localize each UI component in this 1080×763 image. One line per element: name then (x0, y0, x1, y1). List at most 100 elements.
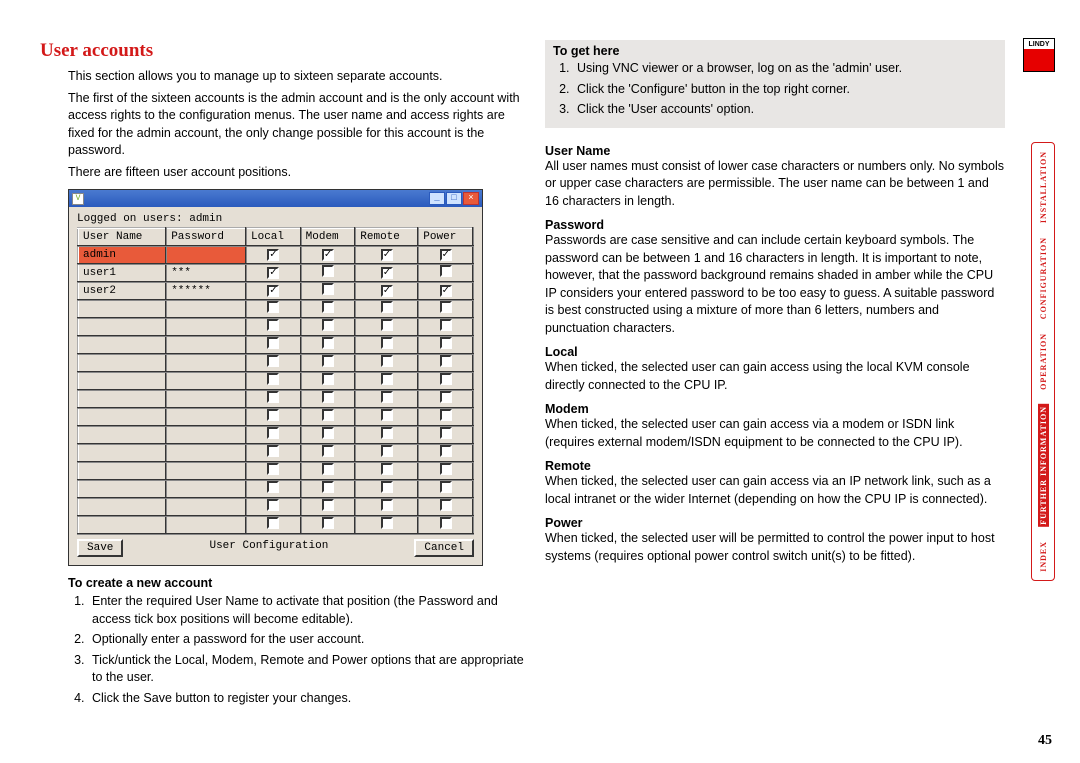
power-checkbox-cell[interactable]: ✓ (418, 282, 473, 300)
checkbox-icon[interactable] (440, 517, 452, 529)
password-cell[interactable] (166, 462, 246, 480)
checkbox-icon[interactable] (440, 409, 452, 421)
sidebar-item[interactable]: FURTHER INFORMATION (1038, 404, 1049, 527)
checkbox-icon[interactable] (322, 283, 334, 295)
power-checkbox-cell[interactable] (418, 300, 473, 318)
username-cell[interactable] (78, 336, 166, 354)
remote-checkbox-cell[interactable]: ✓ (355, 282, 418, 300)
power-checkbox-cell[interactable] (418, 390, 473, 408)
remote-checkbox-cell[interactable] (355, 408, 418, 426)
username-cell[interactable] (78, 300, 166, 318)
password-cell[interactable] (166, 354, 246, 372)
checkbox-icon[interactable] (381, 337, 393, 349)
checkbox-icon[interactable] (322, 391, 334, 403)
power-checkbox-cell[interactable]: ✓ (418, 246, 473, 264)
password-cell[interactable] (166, 318, 246, 336)
power-checkbox-cell[interactable] (418, 336, 473, 354)
power-checkbox-cell[interactable] (418, 444, 473, 462)
power-checkbox-cell[interactable] (418, 498, 473, 516)
username-cell[interactable] (78, 462, 166, 480)
modem-checkbox-cell[interactable] (301, 372, 356, 390)
checkbox-icon[interactable] (381, 355, 393, 367)
password-cell[interactable] (166, 444, 246, 462)
power-checkbox-cell[interactable] (418, 264, 473, 282)
checkbox-icon[interactable]: ✓ (381, 249, 393, 261)
modem-checkbox-cell[interactable] (301, 318, 356, 336)
remote-checkbox-cell[interactable] (355, 516, 418, 534)
modem-checkbox-cell[interactable]: ✓ (301, 246, 356, 264)
modem-checkbox-cell[interactable] (301, 480, 356, 498)
remote-checkbox-cell[interactable] (355, 426, 418, 444)
checkbox-icon[interactable] (267, 499, 279, 511)
remote-checkbox-cell[interactable] (355, 354, 418, 372)
checkbox-icon[interactable] (322, 265, 334, 277)
local-checkbox-cell[interactable] (246, 444, 301, 462)
checkbox-icon[interactable] (440, 499, 452, 511)
checkbox-icon[interactable] (381, 391, 393, 403)
local-checkbox-cell[interactable] (246, 516, 301, 534)
checkbox-icon[interactable] (381, 499, 393, 511)
modem-checkbox-cell[interactable] (301, 426, 356, 444)
remote-checkbox-cell[interactable] (355, 390, 418, 408)
password-cell[interactable] (166, 408, 246, 426)
checkbox-icon[interactable] (267, 409, 279, 421)
local-checkbox-cell[interactable] (246, 480, 301, 498)
checkbox-icon[interactable] (381, 517, 393, 529)
local-checkbox-cell[interactable] (246, 390, 301, 408)
remote-checkbox-cell[interactable]: ✓ (355, 264, 418, 282)
checkbox-icon[interactable] (440, 391, 452, 403)
checkbox-icon[interactable] (322, 301, 334, 313)
checkbox-icon[interactable]: ✓ (440, 249, 452, 261)
remote-checkbox-cell[interactable] (355, 300, 418, 318)
remote-checkbox-cell[interactable] (355, 318, 418, 336)
power-checkbox-cell[interactable] (418, 462, 473, 480)
modem-checkbox-cell[interactable] (301, 498, 356, 516)
password-cell[interactable] (166, 336, 246, 354)
remote-checkbox-cell[interactable]: ✓ (355, 246, 418, 264)
checkbox-icon[interactable] (381, 409, 393, 421)
power-checkbox-cell[interactable] (418, 426, 473, 444)
username-cell[interactable] (78, 390, 166, 408)
username-cell[interactable] (78, 408, 166, 426)
checkbox-icon[interactable] (440, 463, 452, 475)
local-checkbox-cell[interactable] (246, 336, 301, 354)
modem-checkbox-cell[interactable] (301, 516, 356, 534)
checkbox-icon[interactable] (381, 463, 393, 475)
checkbox-icon[interactable] (267, 301, 279, 313)
power-checkbox-cell[interactable] (418, 480, 473, 498)
checkbox-icon[interactable] (381, 427, 393, 439)
checkbox-icon[interactable] (440, 373, 452, 385)
checkbox-icon[interactable]: ✓ (267, 249, 279, 261)
password-cell[interactable] (166, 516, 246, 534)
checkbox-icon[interactable] (381, 301, 393, 313)
checkbox-icon[interactable] (267, 391, 279, 403)
checkbox-icon[interactable] (267, 517, 279, 529)
remote-checkbox-cell[interactable] (355, 372, 418, 390)
sidebar-item[interactable]: INDEX (1039, 541, 1048, 572)
username-cell[interactable]: user2 (78, 282, 166, 300)
username-cell[interactable] (78, 516, 166, 534)
checkbox-icon[interactable] (322, 445, 334, 457)
power-checkbox-cell[interactable] (418, 408, 473, 426)
checkbox-icon[interactable] (267, 445, 279, 457)
power-checkbox-cell[interactable] (418, 318, 473, 336)
checkbox-icon[interactable] (267, 463, 279, 475)
checkbox-icon[interactable]: ✓ (267, 285, 279, 297)
modem-checkbox-cell[interactable] (301, 408, 356, 426)
username-cell[interactable] (78, 480, 166, 498)
checkbox-icon[interactable] (440, 265, 452, 277)
checkbox-icon[interactable] (440, 445, 452, 457)
local-checkbox-cell[interactable]: ✓ (246, 264, 301, 282)
username-cell[interactable] (78, 426, 166, 444)
password-cell[interactable] (166, 390, 246, 408)
username-cell[interactable] (78, 498, 166, 516)
modem-checkbox-cell[interactable] (301, 336, 356, 354)
checkbox-icon[interactable] (381, 445, 393, 457)
checkbox-icon[interactable] (440, 337, 452, 349)
username-cell[interactable] (78, 372, 166, 390)
username-cell[interactable] (78, 318, 166, 336)
checkbox-icon[interactable]: ✓ (440, 285, 452, 297)
modem-checkbox-cell[interactable] (301, 462, 356, 480)
checkbox-icon[interactable]: ✓ (322, 249, 334, 261)
save-button[interactable]: Save (77, 539, 123, 557)
